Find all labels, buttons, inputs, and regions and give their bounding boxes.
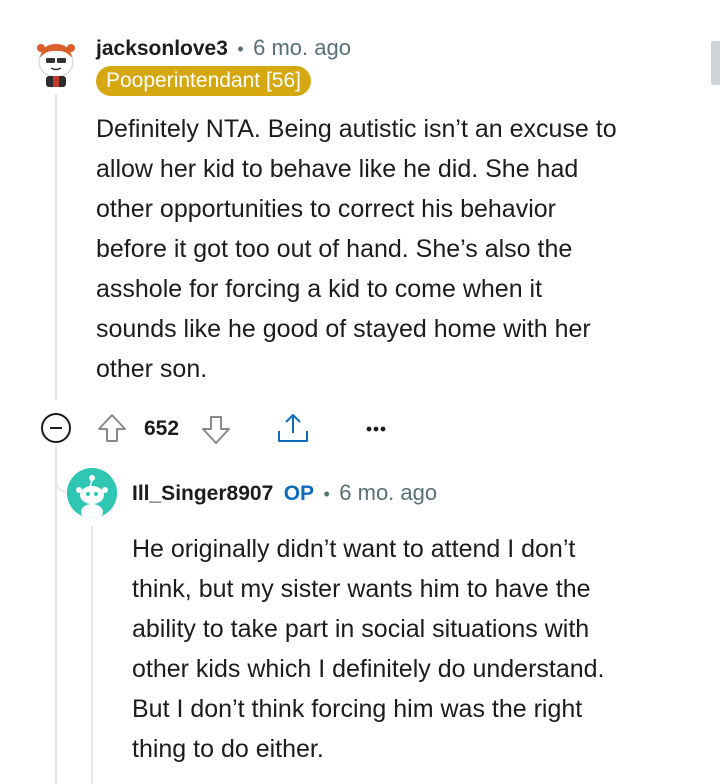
user-avatar[interactable] xyxy=(34,38,78,88)
reply-line: ability to take part in social situation… xyxy=(132,615,590,643)
comment-line: other opportunities to correct his behav… xyxy=(96,195,556,223)
reply-line: But I don’t think forcing him was the ri… xyxy=(132,695,583,723)
collapse-minus-icon xyxy=(41,413,71,443)
reply-header: Ill_Singer8907 OP • 6 mo. ago xyxy=(132,480,437,508)
reply-thread-line[interactable] xyxy=(91,526,93,784)
comment-thread-line[interactable] xyxy=(55,94,57,400)
reply-timestamp: 6 mo. ago xyxy=(339,480,438,505)
comment-username[interactable]: jacksonlove3 xyxy=(96,37,228,60)
snoo-avatar-icon xyxy=(67,468,117,518)
comment-line: sounds like he good of stayed home with … xyxy=(96,315,591,343)
reply-line: think, but my sister wants him to have t… xyxy=(132,575,591,603)
comment-body: Definitely NTA. Being autistic isn’t an … xyxy=(96,109,696,389)
more-options-button[interactable] xyxy=(362,420,390,436)
comment-timestamp: 6 mo. ago xyxy=(253,35,351,60)
comment-line: before it got too out of hand. She’s als… xyxy=(96,235,573,263)
vote-score: 652 xyxy=(144,417,180,440)
upvote-button[interactable] xyxy=(96,412,128,444)
op-badge: OP xyxy=(283,482,315,505)
reply-line: He originally didn’t want to attend I do… xyxy=(132,535,576,563)
meta-separator: • xyxy=(237,39,244,59)
collapse-thread-line xyxy=(55,442,57,784)
meta-separator: • xyxy=(323,484,330,504)
comment-line: Definitely NTA. Being autistic isn’t an … xyxy=(96,115,617,143)
share-icon xyxy=(278,414,308,442)
collapse-button[interactable] xyxy=(40,412,72,444)
reply-body: He originally didn’t want to attend I do… xyxy=(132,529,702,769)
comment-line: asshole for forcing a kid to come when i… xyxy=(96,275,543,303)
more-options-icon xyxy=(366,426,386,432)
comment-line: allow her kid to behave like he did. She… xyxy=(96,155,579,183)
downvote-button[interactable] xyxy=(200,414,232,446)
reply-username[interactable]: Ill_Singer8907 xyxy=(132,482,273,505)
user-flair: Pooperintendant [56] xyxy=(96,66,311,96)
downvote-arrow-icon xyxy=(202,416,230,444)
comment-line: other son. xyxy=(96,355,208,383)
snoo-avatar-icon xyxy=(37,44,75,87)
reply-line: other kids which I definitely do underst… xyxy=(132,655,605,683)
reply-line: thing to do either. xyxy=(132,735,324,763)
scrollbar[interactable] xyxy=(711,41,720,85)
reply-user-avatar[interactable] xyxy=(67,468,117,518)
share-button[interactable] xyxy=(276,411,310,445)
comment-header: jacksonlove3 • 6 mo. ago xyxy=(96,35,351,63)
upvote-arrow-icon xyxy=(98,414,126,442)
